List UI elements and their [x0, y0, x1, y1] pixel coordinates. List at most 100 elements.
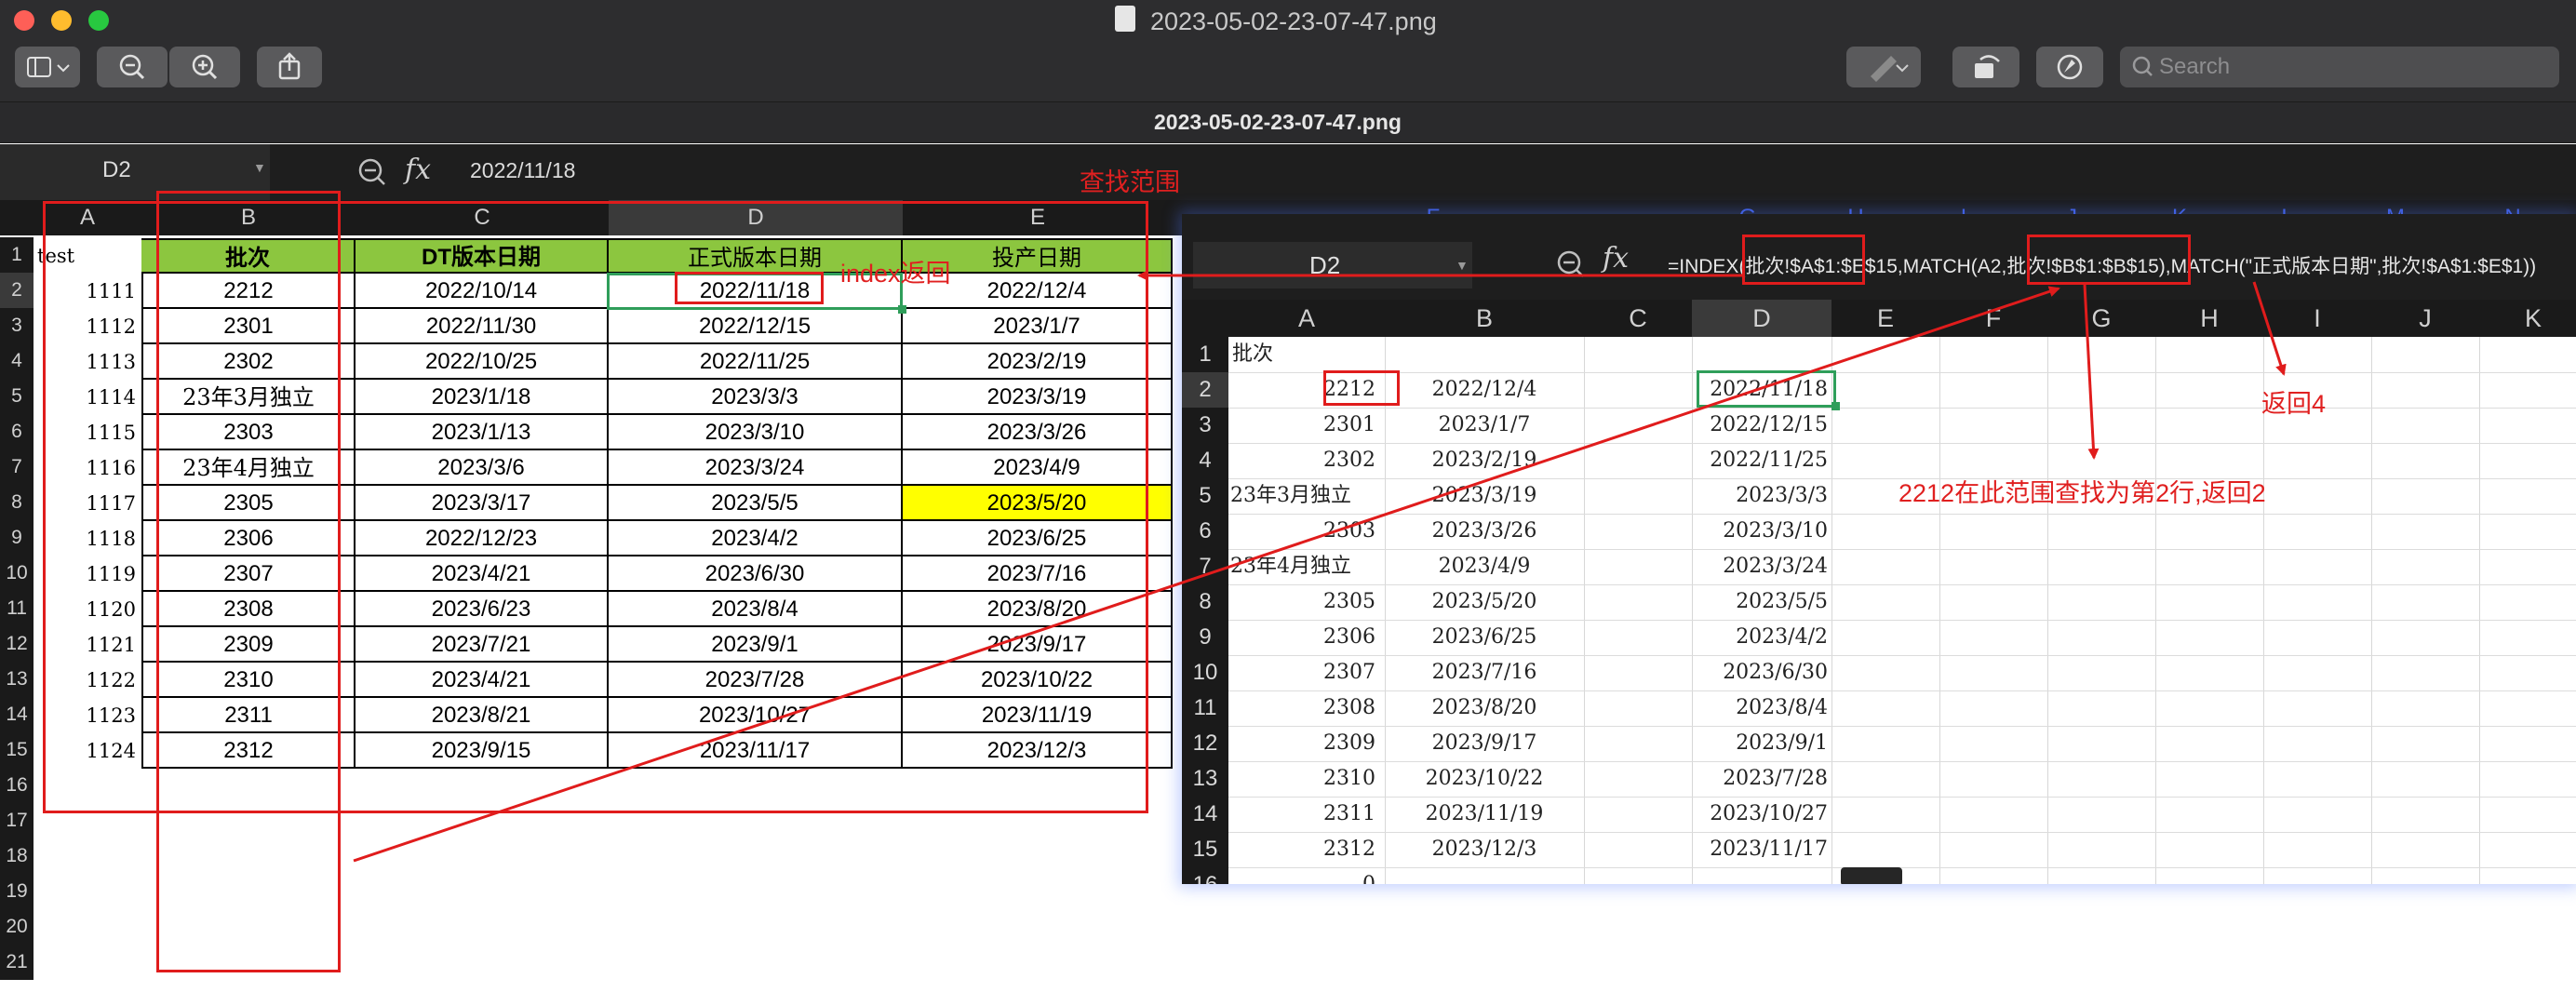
overlay-cell-release-date[interactable] — [1692, 867, 1828, 884]
overlay-cell-release-date[interactable]: 2023/3/24 — [1692, 549, 1828, 584]
overlay-cell-batch[interactable]: 2311 — [1228, 797, 1375, 832]
overlay-cell-batch[interactable]: 2312 — [1228, 832, 1375, 867]
overlay-cell-release-date[interactable]: 2023/3/3 — [1692, 478, 1828, 514]
overlay-row-header[interactable]: 14 — [1182, 797, 1228, 832]
overlay-row-header[interactable]: 2 — [1182, 372, 1228, 408]
row-header[interactable]: 4 — [0, 343, 34, 379]
overlay-cell-release-date[interactable]: 2023/4/2 — [1692, 620, 1828, 655]
overlay-cell-batch[interactable]: 2306 — [1228, 620, 1375, 655]
overlay-name-box[interactable]: D2 ▼ — [1193, 242, 1472, 288]
overlay-cell-batch[interactable]: 2307 — [1228, 655, 1375, 690]
row-header[interactable]: 7 — [0, 449, 34, 485]
annotate-button[interactable] — [2036, 47, 2103, 87]
search-input[interactable]: Search — [2120, 47, 2559, 87]
zoom-out-button[interactable] — [97, 47, 168, 87]
overlay-cell-release-date[interactable]: 2023/10/27 — [1692, 797, 1828, 832]
close-button[interactable] — [14, 10, 34, 31]
overlay-cell-production-date[interactable]: 2023/12/3 — [1385, 832, 1584, 867]
overlay-cell-production-date[interactable]: 2023/6/25 — [1385, 620, 1584, 655]
floating-widget[interactable] — [1841, 867, 1902, 884]
row-header[interactable]: 15 — [0, 732, 34, 768]
overlay-cell-batch[interactable]: 2303 — [1228, 514, 1375, 549]
overlay-cell-batch[interactable]: 2302 — [1228, 443, 1375, 478]
overlay-row-header[interactable]: 5 — [1182, 478, 1228, 514]
overlay-cell-batch[interactable]: 0 — [1228, 867, 1375, 884]
overlay-cell-production-date[interactable]: 2023/3/26 — [1385, 514, 1584, 549]
overlay-cell-production-date[interactable]: 2023/3/19 — [1385, 478, 1584, 514]
overlay-row-header[interactable]: 6 — [1182, 514, 1228, 549]
overlay-row-header[interactable]: 10 — [1182, 655, 1228, 690]
overlay-row-header[interactable]: 12 — [1182, 726, 1228, 761]
overlay-column-header[interactable]: I — [2263, 300, 2371, 337]
overlay-row-header[interactable]: 3 — [1182, 408, 1228, 443]
overlay-cell-production-date[interactable]: 2023/9/17 — [1385, 726, 1584, 761]
row-header[interactable]: 13 — [0, 662, 34, 697]
overlay-column-header[interactable]: J — [2371, 300, 2479, 337]
row-header[interactable]: 2 — [0, 273, 34, 308]
overlay-cell-a1[interactable]: 批次 — [1232, 337, 1273, 372]
markup-button[interactable] — [1846, 47, 1921, 87]
overlay-selected-cell[interactable] — [1697, 370, 1836, 408]
overlay-cell-production-date[interactable]: 2023/2/19 — [1385, 443, 1584, 478]
zoom-button[interactable] — [88, 10, 109, 31]
overlay-cell-batch[interactable]: 2310 — [1228, 761, 1375, 797]
row-header[interactable]: 14 — [0, 697, 34, 732]
overlay-cell-release-date[interactable]: 2023/7/28 — [1692, 761, 1828, 797]
overlay-cell-release-date[interactable]: 2023/6/30 — [1692, 655, 1828, 690]
overlay-cell-production-date[interactable]: 2023/1/7 — [1385, 408, 1584, 443]
overlay-cell-production-date[interactable] — [1385, 867, 1584, 884]
overlay-cell-production-date[interactable]: 2023/10/22 — [1385, 761, 1584, 797]
overlay-column-header[interactable]: A — [1228, 300, 1385, 337]
overlay-cell-batch[interactable]: 2309 — [1228, 726, 1375, 761]
overlay-row-header[interactable]: 15 — [1182, 832, 1228, 867]
overlay-row-header[interactable]: 16 — [1182, 867, 1228, 884]
overlay-cell-release-date[interactable]: 2022/12/15 — [1692, 408, 1828, 443]
overlay-cell-release-date[interactable]: 2023/8/4 — [1692, 690, 1828, 726]
overlay-row-header[interactable]: 11 — [1182, 690, 1228, 726]
overlay-cell-batch[interactable]: 2308 — [1228, 690, 1375, 726]
row-header[interactable]: 21 — [0, 945, 34, 980]
overlay-column-header[interactable]: G — [2047, 300, 2155, 337]
overlay-fill-handle[interactable] — [1831, 402, 1840, 410]
overlay-cell-release-date[interactable]: 2022/11/25 — [1692, 443, 1828, 478]
overlay-column-header[interactable]: C — [1584, 300, 1692, 337]
overlay-cell-production-date[interactable]: 2023/5/20 — [1385, 584, 1584, 620]
row-header[interactable]: 19 — [0, 874, 34, 909]
row-header[interactable]: 20 — [0, 909, 34, 945]
overlay-row-header[interactable]: 1 — [1182, 337, 1228, 372]
row-header[interactable]: 6 — [0, 414, 34, 449]
overlay-cell-batch[interactable]: 23年4月独立 — [1230, 549, 1351, 584]
overlay-column-header[interactable]: E — [1831, 300, 1939, 337]
row-header[interactable]: 3 — [0, 308, 34, 343]
rotate-button[interactable] — [1952, 47, 2019, 87]
overlay-cell-production-date[interactable]: 2023/7/16 — [1385, 655, 1584, 690]
row-header[interactable]: 12 — [0, 626, 34, 662]
overlay-column-header[interactable]: K — [2479, 300, 2576, 337]
overlay-cell-production-date[interactable]: 2023/8/20 — [1385, 690, 1584, 726]
overlay-cell-production-date[interactable]: 2022/12/4 — [1385, 372, 1584, 408]
overlay-cell-batch[interactable]: 2301 — [1228, 408, 1375, 443]
overlay-column-header[interactable]: B — [1385, 300, 1584, 337]
overlay-row-header[interactable]: 8 — [1182, 584, 1228, 620]
share-button[interactable] — [257, 47, 322, 87]
sidebar-toggle-button[interactable] — [15, 47, 80, 87]
overlay-column-header[interactable]: D — [1692, 300, 1831, 337]
minimize-button[interactable] — [51, 10, 72, 31]
zoom-icon[interactable] — [354, 154, 391, 191]
row-header[interactable]: 18 — [0, 838, 34, 874]
corner-header[interactable] — [0, 200, 34, 235]
overlay-cell-production-date[interactable]: 2023/11/19 — [1385, 797, 1584, 832]
row-header[interactable]: 8 — [0, 485, 34, 520]
overlay-cell-release-date[interactable]: 2023/5/5 — [1692, 584, 1828, 620]
row-header[interactable]: 10 — [0, 556, 34, 591]
overlay-cell-production-date[interactable]: 2023/4/9 — [1385, 549, 1584, 584]
overlay-cell-release-date[interactable]: 2023/9/1 — [1692, 726, 1828, 761]
overlay-row-header[interactable]: 9 — [1182, 620, 1228, 655]
row-header[interactable]: 11 — [0, 591, 34, 626]
overlay-column-header[interactable]: H — [2155, 300, 2263, 337]
overlay-column-header[interactable]: F — [1939, 300, 2047, 337]
overlay-cell-batch[interactable]: 23年3月独立 — [1230, 478, 1351, 514]
overlay-cell-release-date[interactable]: 2023/11/17 — [1692, 832, 1828, 867]
row-header[interactable]: 17 — [0, 803, 34, 838]
overlay-cell-release-date[interactable]: 2023/3/10 — [1692, 514, 1828, 549]
